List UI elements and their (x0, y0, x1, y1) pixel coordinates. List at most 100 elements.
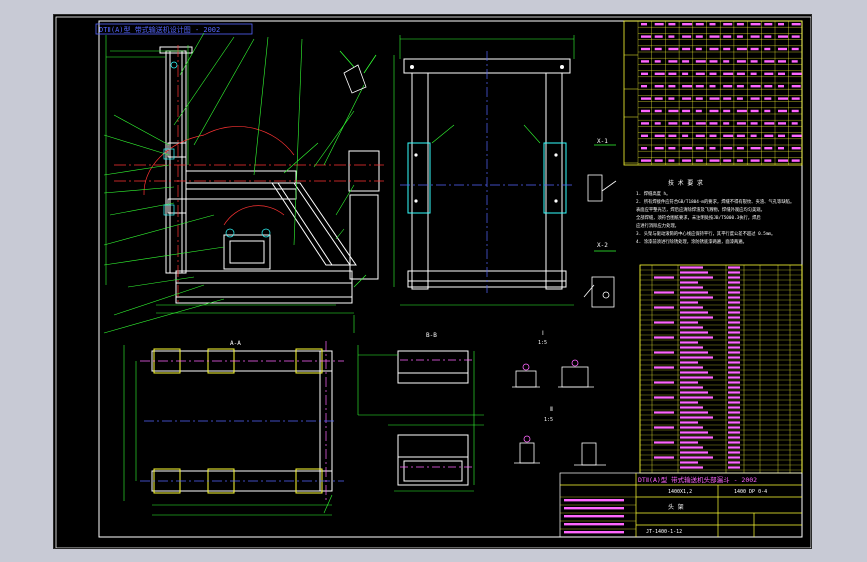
spec-table-cell-mark (723, 159, 732, 162)
detail-2 (514, 435, 606, 466)
spec-table-cell-mark (695, 122, 706, 125)
parts-list-cell-mark (654, 381, 674, 384)
section-x1-label: X-1 (597, 138, 608, 145)
spec-table-cell-mark (682, 147, 693, 150)
spec-table-cell-mark (778, 147, 784, 150)
parts-list-cell-mark (680, 271, 708, 274)
parts-list-cell-mark (728, 296, 740, 299)
parts-list-cell-mark (680, 341, 698, 344)
detail-2-label: Ⅱ (550, 406, 553, 413)
spec-table-cell-mark (654, 85, 664, 88)
parts-list-cell-mark (728, 451, 740, 454)
spec-table-cell-mark (641, 60, 649, 63)
parts-list-cell-mark (680, 416, 713, 419)
parts-list-cell-mark (680, 326, 703, 329)
parts-list-cell-mark (728, 286, 740, 289)
spec-table-cell-mark (695, 23, 704, 26)
spec-table-cell-mark (682, 47, 691, 51)
spec-table-cell-mark (750, 23, 761, 26)
spec-table-cell-mark (791, 72, 802, 75)
spec-table-cell-mark (723, 85, 733, 88)
parts-list-cell-mark (654, 306, 674, 309)
parts-list-cell-mark (680, 461, 698, 464)
spec-table-cell-mark (736, 60, 746, 63)
spec-table-cell-mark (778, 134, 785, 137)
title-block-revision-area (560, 496, 636, 534)
spec-table-cell-mark (641, 97, 651, 100)
spec-table-cell-mark (791, 60, 798, 63)
parts-list-cell-mark (654, 291, 674, 294)
spec-table-cell-mark (695, 47, 702, 51)
notes-line-3: 表面应平整光洁，焊后应清除焊渣及飞溅物，焊缝外观应均匀美观。 (636, 206, 765, 213)
spec-table-cell-mark (668, 134, 677, 137)
spec-table-cell-mark (723, 60, 730, 63)
parts-list-cell-mark (680, 456, 713, 459)
parts-list-cell-mark (654, 351, 674, 354)
parts-list-cell-mark (680, 421, 698, 424)
spec-table-cell-mark (736, 147, 744, 150)
spec-table-cell-mark (778, 109, 787, 113)
parts-list-cell-mark (680, 381, 698, 384)
section-marker-detail (339, 50, 377, 94)
spec-table-cell-mark (764, 159, 772, 162)
spec-table-cell-mark (750, 159, 760, 162)
notes-line-2: 2. 所有焊接件应符合GB/T1804-m的要求，焊缝不得有裂纹、夹渣、气孔等缺… (636, 198, 794, 205)
parts-list-cell-mark (728, 366, 740, 369)
spec-table-cell-mark (723, 122, 730, 125)
spec-table-cell-mark (750, 97, 760, 100)
parts-list-cell-mark (728, 396, 740, 399)
spec-table-cell-mark (778, 72, 785, 75)
spec-table-border (623, 20, 803, 166)
spec-table-cell-mark (778, 122, 786, 125)
detail-view-label: B-B (426, 332, 437, 339)
spec-table-cell-mark (695, 60, 706, 63)
parts-list-cell-mark (680, 371, 708, 374)
parts-list-cell-mark (680, 316, 713, 319)
spec-table-cell-mark (791, 23, 801, 26)
section-x2-label: X-2 (597, 242, 608, 249)
spec-table-cell-mark (654, 72, 665, 75)
spec-table-cell-mark (668, 85, 676, 88)
parts-list-cell-mark (728, 401, 740, 404)
spec-table-cell-mark (723, 35, 732, 38)
parts-list-cell-mark (680, 436, 713, 439)
title-block-name: DTⅡ(A)型 带式输送机头部漏斗 - 2002 (638, 475, 757, 484)
parts-list-cell-mark (728, 346, 740, 349)
spec-table-cell-mark (668, 72, 677, 75)
parts-list-cell-mark (680, 396, 713, 399)
parts-list-cell-mark (680, 466, 703, 469)
spec-table-cell-mark (791, 85, 801, 88)
spec-table-cell-mark (764, 122, 775, 125)
revision-cell-mark (564, 515, 624, 518)
spec-table-cell-mark (736, 159, 743, 162)
parts-list-cell-mark (680, 291, 708, 294)
parts-list-cell-mark (680, 331, 708, 334)
spec-table-cell-mark (654, 147, 664, 150)
spec-table-cell-mark (668, 47, 679, 51)
spec-table-cell-mark (778, 35, 788, 38)
spec-table-cell-mark (791, 47, 799, 51)
parts-list-cell-mark (728, 461, 740, 464)
notes-line-1: 1. 焊缝高度 h。 (636, 190, 670, 197)
spec-table-cell-mark (736, 85, 744, 88)
parts-list-cell-mark (728, 416, 740, 419)
parts-list-cell-mark (680, 406, 703, 409)
spec-table-cell-mark (778, 159, 788, 162)
revision-cell-mark (564, 507, 624, 510)
spec-table-cell-mark (682, 97, 692, 100)
parts-list-cell-mark (680, 351, 708, 354)
parts-list-cell-mark (680, 426, 703, 429)
parts-list-cell-mark (680, 306, 703, 309)
spec-table-cell-mark (750, 47, 759, 51)
parts-list-cell-mark (680, 411, 708, 414)
spec-table-cell-mark (682, 85, 693, 88)
parts-list-cell-mark (680, 401, 698, 404)
parts-list-cell-mark (728, 341, 740, 344)
spec-table-cell-mark (723, 147, 733, 150)
spec-table-cell-mark (764, 85, 773, 88)
spec-table-cell-mark (791, 122, 798, 125)
spec-table-cell-mark (736, 122, 746, 125)
engineering-drawing: DTⅡ(A)型 带式输送机设计图 - 2002 X-1 X-2 A-A B-B … (55, 16, 811, 548)
parts-list-table (639, 264, 803, 474)
spec-table-cell-mark (641, 134, 648, 137)
